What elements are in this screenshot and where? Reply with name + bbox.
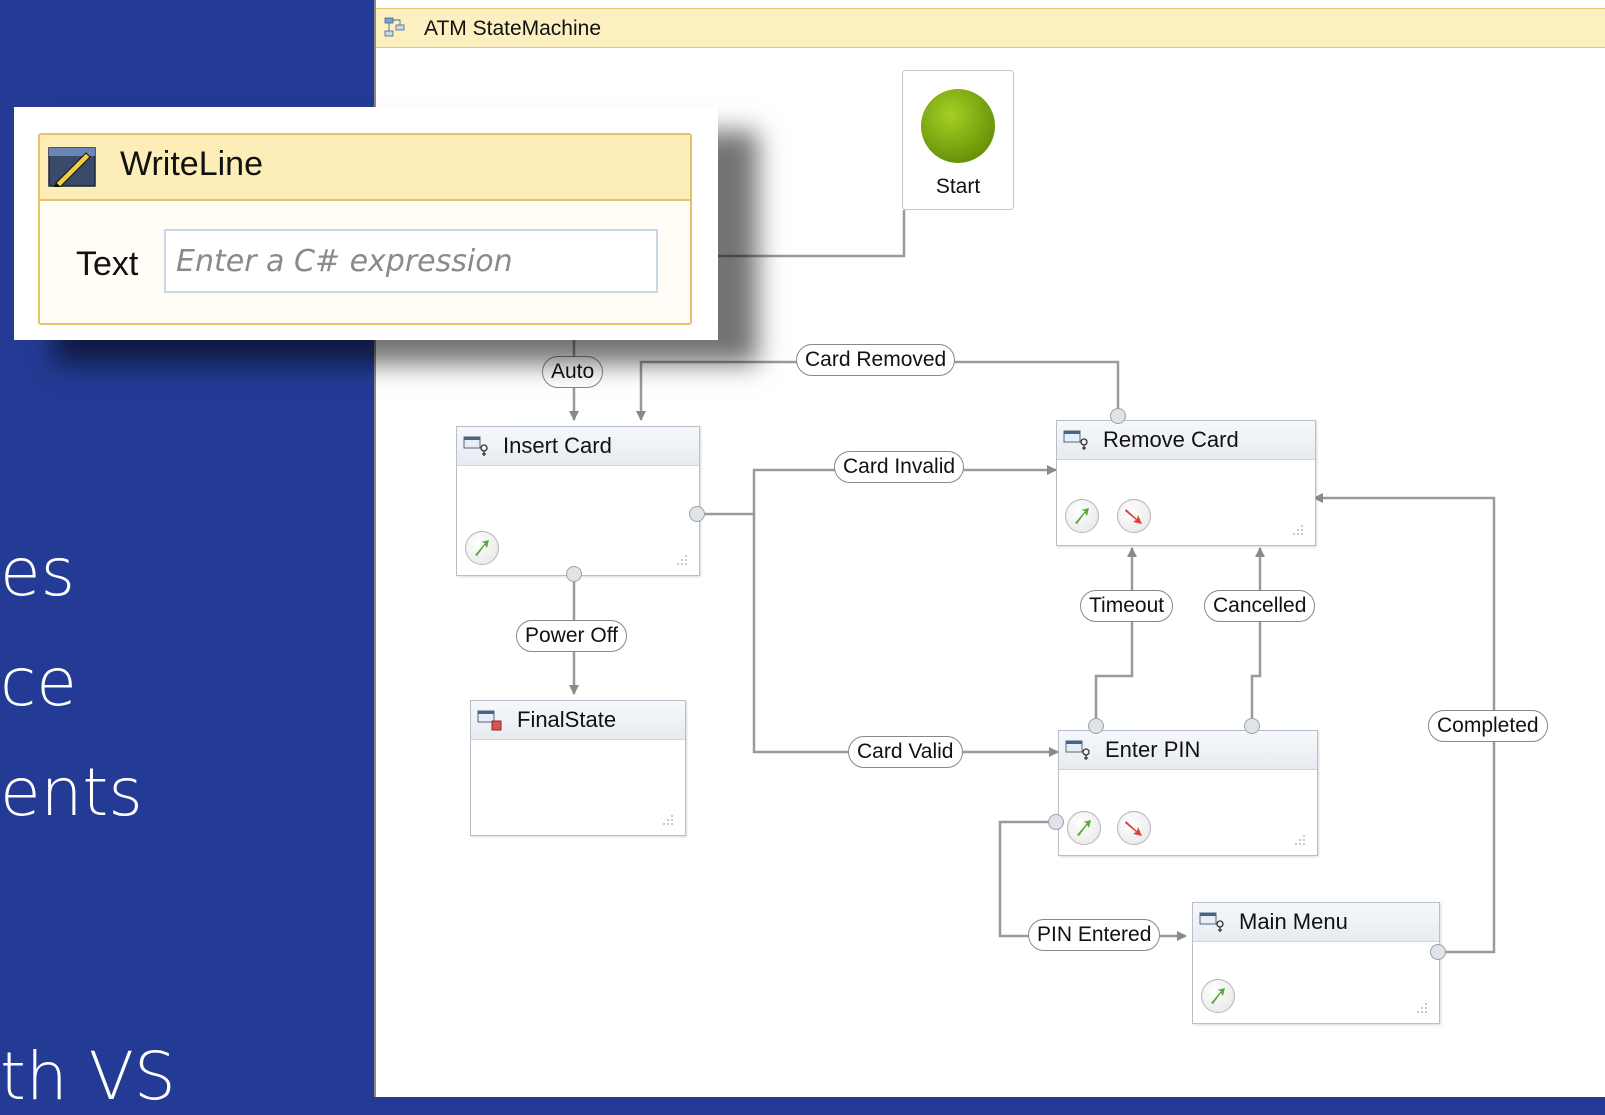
transition-label-timeout[interactable]: Timeout: [1080, 590, 1174, 622]
connection-point[interactable]: [1430, 944, 1446, 960]
state-icon: [463, 436, 488, 456]
resize-grip-icon[interactable]: [1415, 1001, 1429, 1015]
start-label: Start: [935, 175, 981, 198]
transition-label-pin-entered[interactable]: PIN Entered: [1028, 919, 1161, 951]
state-enter-pin[interactable]: Enter PIN: [1058, 730, 1318, 856]
start-circle: [921, 89, 995, 163]
state-name: Remove Card: [1103, 427, 1239, 452]
entry-arrow-icon: [1211, 988, 1225, 1004]
resize-grip-icon[interactable]: [1291, 523, 1305, 537]
exit-action-button[interactable]: [1117, 811, 1151, 845]
entry-arrow-icon: [475, 540, 489, 556]
state-name: FinalState: [517, 707, 617, 732]
writeline-activity[interactable]: WriteLine Text: [38, 133, 692, 325]
text-expression-input[interactable]: [164, 229, 658, 293]
resize-grip-icon[interactable]: [661, 813, 675, 827]
slide-text-line-3: ents: [0, 754, 143, 831]
state-icon: [1063, 430, 1088, 450]
transition-label-auto[interactable]: Auto: [542, 356, 604, 388]
transition-label-card-invalid[interactable]: Card Invalid: [834, 451, 965, 483]
connection-point[interactable]: [566, 566, 582, 582]
connection-point[interactable]: [1244, 718, 1260, 734]
resize-grip-icon[interactable]: [1293, 833, 1307, 847]
state-name: Enter PIN: [1105, 737, 1201, 762]
transition-label-card-valid[interactable]: Card Valid: [848, 736, 963, 768]
final-state-icon: [477, 710, 502, 731]
entry-action-button[interactable]: [1067, 811, 1101, 845]
entry-action-button[interactable]: [1065, 499, 1099, 533]
connection-point[interactable]: [1048, 814, 1064, 830]
transition-line-card-valid: [752, 514, 1059, 757]
state-insert-card[interactable]: Insert Card: [456, 426, 700, 576]
start-node[interactable]: Start: [902, 70, 1014, 210]
state-main-menu[interactable]: Main Menu: [1192, 902, 1440, 1024]
entry-action-button[interactable]: [465, 531, 499, 565]
writeline-callout: WriteLine Text: [14, 107, 718, 340]
transition-line-timeout: [1094, 547, 1137, 726]
transition-label-completed[interactable]: Completed: [1428, 710, 1548, 742]
state-final-state[interactable]: FinalState: [470, 700, 686, 836]
exit-arrow-icon: [1125, 509, 1142, 524]
state-icon: [1065, 740, 1090, 760]
exit-arrow-icon: [1125, 821, 1142, 836]
text-field-label: Text: [76, 245, 139, 283]
slide-text-line-1: es: [0, 534, 75, 611]
transition-label-card-removed[interactable]: Card Removed: [796, 344, 956, 376]
state-name: Main Menu: [1239, 909, 1348, 934]
transition-label-cancelled[interactable]: Cancelled: [1204, 590, 1316, 622]
state-remove-card[interactable]: Remove Card: [1056, 420, 1316, 546]
slide-text-line-2: ce: [0, 644, 77, 721]
writeline-header[interactable]: WriteLine: [40, 135, 690, 201]
writeline-icon: [48, 147, 96, 187]
resize-grip-icon[interactable]: [675, 553, 689, 567]
entry-arrow-icon: [1077, 820, 1091, 836]
transition-line-cancelled: [1250, 547, 1265, 726]
entry-arrow-icon: [1075, 508, 1089, 524]
connection-point[interactable]: [1110, 408, 1126, 424]
slide-text-line-4: th VS: [0, 1038, 176, 1115]
state-name: Insert Card: [503, 433, 612, 458]
connection-point[interactable]: [689, 506, 705, 522]
entry-action-button[interactable]: [1201, 979, 1235, 1013]
writeline-title: WriteLine: [120, 145, 263, 183]
state-icon: [1199, 912, 1224, 932]
transition-label-power-off[interactable]: Power Off: [516, 620, 627, 652]
exit-action-button[interactable]: [1117, 499, 1151, 533]
connection-point[interactable]: [1088, 718, 1104, 734]
